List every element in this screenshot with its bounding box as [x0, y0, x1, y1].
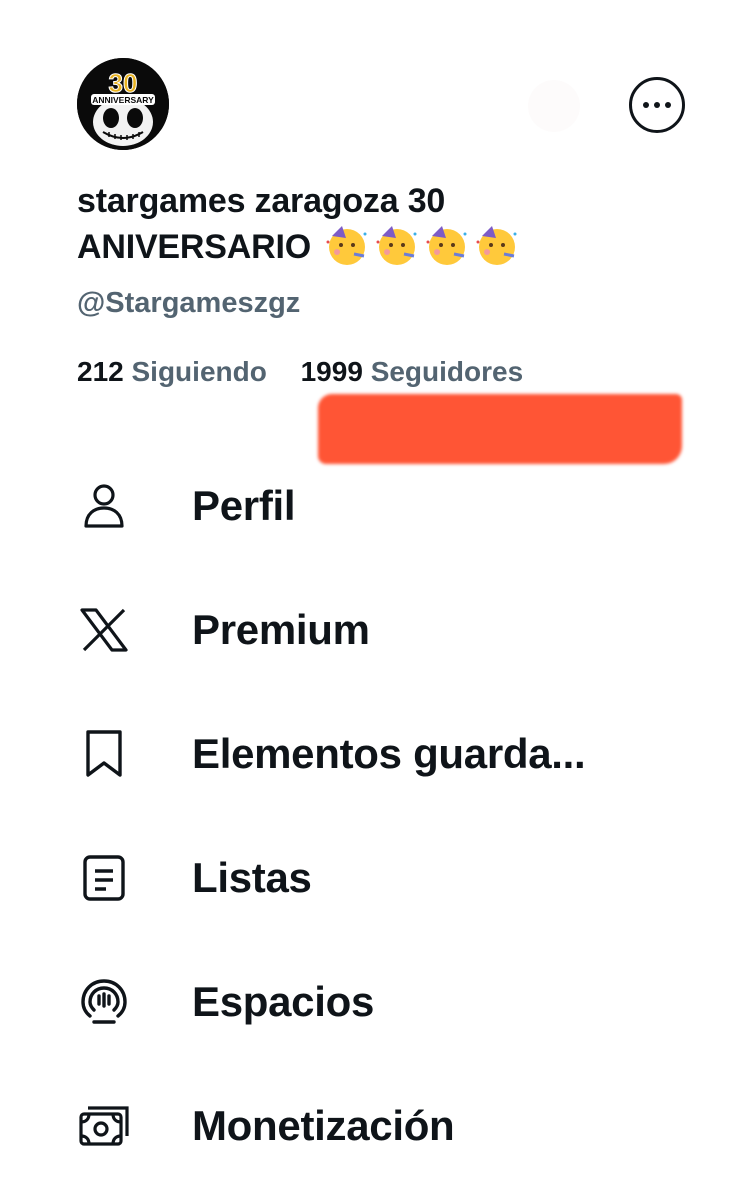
- menu-item-lists[interactable]: Listas: [0, 816, 735, 940]
- svg-text:30: 30: [109, 68, 138, 98]
- bookmark-icon: [76, 726, 132, 782]
- display-name[interactable]: stargames zaragoza 30 ANIVERSARIO: [77, 178, 637, 278]
- menu-item-label: Listas: [192, 854, 312, 901]
- partying-face-emoji: [324, 224, 370, 278]
- followers-count: 1999: [300, 356, 363, 387]
- partying-face-emoji: [424, 224, 470, 278]
- partying-face-emoji: [474, 224, 520, 278]
- more-horizontal-icon: [643, 102, 649, 108]
- menu-item-premium[interactable]: Premium: [0, 568, 735, 692]
- partying-face-emoji: [374, 224, 420, 278]
- following-link[interactable]: 212 Siguiendo: [77, 352, 267, 392]
- menu-item-label: Espacios: [192, 978, 375, 1025]
- avatar[interactable]: 30 ANNIVERSARY: [77, 58, 169, 150]
- menu-item-label: Premium: [192, 606, 370, 653]
- following-label: Siguiendo: [131, 356, 267, 387]
- follow-stats: 212 Siguiendo 1999 Seguidores: [77, 352, 523, 392]
- user-handle: @Stargameszgz: [77, 287, 301, 319]
- list-icon: [76, 850, 132, 906]
- menu-item-spaces[interactable]: Espacios: [0, 940, 735, 1064]
- following-count: 212: [77, 356, 124, 387]
- person-icon: [76, 478, 132, 534]
- x-logo-icon: [76, 602, 132, 658]
- menu-item-monetization[interactable]: Monetización: [0, 1064, 735, 1188]
- menu-item-label: Monetización: [192, 1102, 455, 1149]
- menu-item-perfil[interactable]: Perfil: [0, 444, 735, 568]
- followers-label: Seguidores: [370, 356, 524, 387]
- more-horizontal-icon-dot: [665, 102, 671, 108]
- avatar-logo-image: 30 ANNIVERSARY: [77, 58, 169, 150]
- more-horizontal-icon-dot: [654, 102, 660, 108]
- followers-link[interactable]: 1999 Seguidores: [301, 352, 524, 392]
- menu-item-label: Elementos guarda...: [192, 730, 586, 777]
- menu-item-bookmarks[interactable]: Elementos guarda...: [0, 692, 735, 816]
- menu-item-label: Perfil: [192, 482, 296, 529]
- money-icon: [76, 1098, 132, 1154]
- spaces-icon: [76, 974, 132, 1030]
- side-menu: Perfil Premium Elementos guarda... Lista…: [0, 444, 735, 1188]
- faded-circle: [528, 80, 580, 132]
- svg-text:ANNIVERSARY: ANNIVERSARY: [92, 95, 154, 105]
- more-options-button[interactable]: [629, 77, 685, 133]
